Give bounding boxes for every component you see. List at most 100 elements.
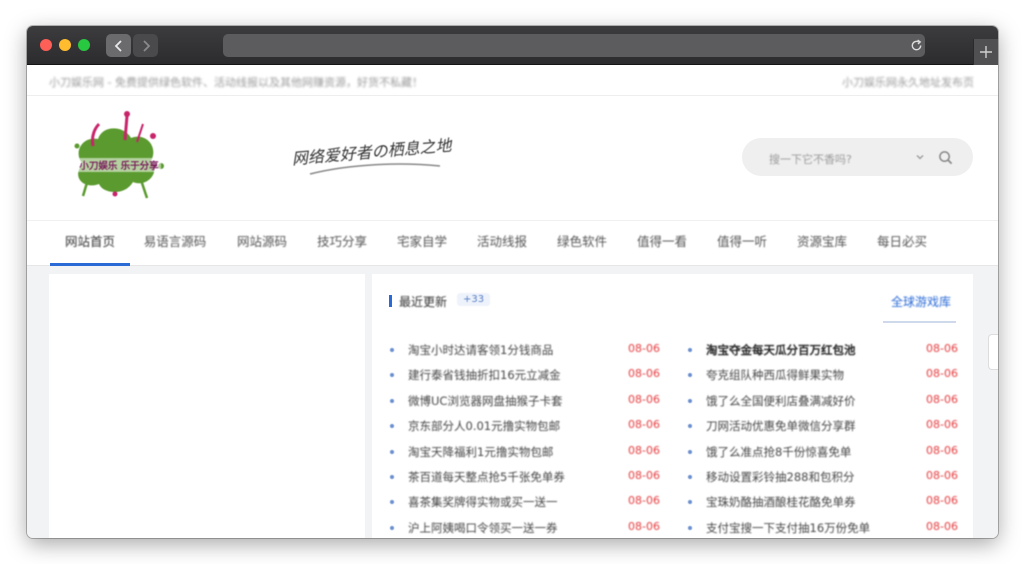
list-item-title[interactable]: 京东部分人0.01元撸实物包邮 (408, 418, 560, 434)
list-item-title[interactable]: 饿了么全国便利店叠满减好价 (706, 393, 856, 409)
bullet-icon (390, 449, 394, 454)
list-item[interactable]: 支付宝搜一下支付抽16万份免单 08-06 (688, 517, 958, 538)
bullet-icon (688, 449, 692, 454)
bullet-icon (390, 424, 394, 429)
maximize-window-button[interactable] (78, 39, 90, 51)
list-item[interactable]: 宝珠奶酪抽酒酿桂花酪免单券 08-06 (688, 491, 958, 516)
list-item[interactable]: 建行泰省钱抽折扣16元立减金 08-06 (390, 364, 660, 389)
list-item-title[interactable]: 淘宝夺金每天瓜分百万红包池 (706, 342, 856, 358)
list-item-title[interactable]: 建行泰省钱抽折扣16元立减金 (408, 367, 561, 383)
list-item-title[interactable]: 移动设置彩铃抽288和包积分 (706, 469, 854, 485)
list-item[interactable]: 饿了么准点抢8千份惊喜免单 08-06 (688, 441, 958, 466)
new-tab-button[interactable] (973, 39, 998, 65)
list-item-date: 08-06 (628, 519, 660, 533)
list-item-title[interactable]: 夸克组队种西瓜得鲜果实物 (706, 367, 844, 383)
list-item-title[interactable]: 刀网活动优惠免单微信分享群 (706, 418, 856, 434)
list-item-date: 08-06 (628, 494, 660, 508)
list-item-date: 08-06 (926, 392, 958, 406)
list-item[interactable]: 夸克组队种西瓜得鲜果实物 08-06 (688, 364, 958, 389)
list-item[interactable]: 刀网活动优惠免单微信分享群 08-06 (688, 415, 958, 440)
search-box[interactable]: 搜一下它不香吗? (742, 138, 973, 176)
nav-item-website-source[interactable]: 网站源码 (222, 221, 302, 267)
list-item-title[interactable]: 茶百道每天整点抢5千张免单券 (408, 469, 565, 485)
permanent-address-link[interactable]: 小刀娱乐网永久地址发布页 (842, 74, 974, 90)
nav-item-self-study[interactable]: 宅家自学 (382, 221, 462, 267)
bullet-icon (390, 474, 394, 479)
list-item-date: 08-06 (926, 342, 958, 355)
plus-icon (980, 46, 992, 58)
list-item[interactable]: 淘宝天降福利1元撸实物包邮 08-06 (390, 441, 660, 466)
latest-updates-panel: 最近更新 +33 全球游戏库 淘宝小时达请客领1分钱商品 08-06 建行泰省钱抽… (372, 274, 973, 538)
list-item-date: 08-06 (926, 367, 958, 381)
latest-list-right: 淘宝夺金每天瓜分百万红包池 08-06 夸克组队种西瓜得鲜果实物 08-06 饿了么… (688, 339, 958, 538)
section-marker (389, 295, 392, 307)
nav-active-indicator (50, 263, 130, 266)
list-item-date: 08-06 (628, 468, 660, 482)
list-item[interactable]: 茶百道每天整点抢5千张免单券 08-06 (390, 466, 660, 491)
list-item-date: 08-06 (926, 468, 958, 482)
list-item-title[interactable]: 沪上阿姨喝口令领买一送一券 (408, 520, 558, 536)
web-page: 小刀娱乐网 - 免费提供绿色软件、活动线报以及其他网赚资源，好货不私藏！ 小刀娱… (27, 65, 998, 538)
svg-text:网络爱好者の栖息之地: 网络爱好者の栖息之地 (291, 135, 454, 168)
bullet-icon (688, 525, 692, 530)
site-header: 小刀娱乐 乐于分享 网络爱好者の栖息之地 搜一下它不香吗? (27, 96, 998, 220)
close-window-button[interactable] (40, 39, 52, 51)
list-item-date: 08-06 (926, 418, 958, 432)
list-item[interactable]: 淘宝夺金每天瓜分百万红包池 08-06 (688, 339, 958, 364)
nav-item-deals[interactable]: 活动线报 (462, 221, 542, 267)
list-item[interactable]: 喜茶集奖牌得实物或买一送一 08-06 (390, 491, 660, 516)
list-item[interactable]: 淘宝小时达请客领1分钱商品 08-06 (390, 339, 660, 364)
update-count-badge: +33 (457, 293, 491, 306)
nav-item-daily-buy[interactable]: 每日必买 (862, 221, 942, 267)
site-intro-text: 小刀娱乐网 - 免费提供绿色软件、活动线报以及其他网赚资源，好货不私藏！ (49, 76, 423, 89)
list-item-date: 08-06 (628, 443, 660, 457)
chevron-right-icon (142, 39, 150, 52)
nav-item-home[interactable]: 网站首页 (50, 221, 130, 267)
browser-titlebar (27, 26, 998, 65)
nav-item-tips[interactable]: 技巧分享 (302, 221, 382, 267)
minimize-window-button[interactable] (59, 39, 71, 51)
nav-item-resources[interactable]: 资源宝库 (782, 221, 862, 267)
bullet-icon (390, 525, 394, 530)
list-item-title[interactable]: 喜茶集奖牌得实物或买一送一 (408, 494, 558, 510)
bullet-icon (688, 424, 692, 429)
list-item-title[interactable]: 饿了么准点抢8千份惊喜免单 (706, 444, 851, 460)
list-item-title[interactable]: 宝珠奶酪抽酒酿桂花酪免单券 (706, 494, 856, 510)
list-item[interactable]: 饿了么全国便利店叠满减好价 08-06 (688, 390, 958, 415)
chevron-left-icon (114, 39, 122, 52)
list-item-title[interactable]: 淘宝小时达请客领1分钱商品 (408, 342, 553, 358)
nav-item-software[interactable]: 绿色软件 (542, 221, 622, 267)
list-item-date: 08-06 (628, 367, 660, 381)
link-underline (883, 321, 956, 323)
bullet-icon (688, 500, 692, 505)
site-logo[interactable]: 小刀娱乐 乐于分享 (63, 106, 173, 206)
list-item-title[interactable]: 微博UC浏览器网盘抽猴子卡套 (408, 393, 562, 409)
browser-window: 小刀娱乐网 - 免费提供绿色软件、活动线报以及其他网赚资源，好货不私藏！ 小刀娱… (27, 26, 998, 538)
list-item-title[interactable]: 淘宝天降福利1元撸实物包邮 (408, 444, 553, 460)
chevron-down-icon[interactable] (916, 153, 924, 161)
list-item[interactable]: 沪上阿姨喝口令领买一送一券 08-06 (390, 517, 660, 538)
main-nav: 网站首页 易语言源码 网站源码 技巧分享 宅家自学 活动线报 绿色软件 值得一看… (27, 220, 998, 266)
game-library-link[interactable]: 全球游戏库 (891, 293, 951, 310)
side-float-tab[interactable] (988, 334, 998, 370)
search-input[interactable]: 搜一下它不香吗? (769, 151, 852, 167)
svg-text:小刀娱乐 乐于分享: 小刀娱乐 乐于分享 (78, 160, 159, 172)
forward-button[interactable] (133, 34, 158, 57)
list-item-date: 08-06 (628, 342, 660, 355)
nav-item-worth-hearing[interactable]: 值得一听 (702, 221, 782, 267)
nav-item-worth-seeing[interactable]: 值得一看 (622, 221, 702, 267)
list-item-date: 08-06 (628, 418, 660, 432)
list-item[interactable]: 移动设置彩铃抽288和包积分 08-06 (688, 466, 958, 491)
address-bar[interactable] (223, 34, 925, 57)
bullet-icon (688, 474, 692, 479)
back-button[interactable] (106, 34, 131, 57)
bullet-icon (688, 348, 692, 352)
search-icon[interactable] (938, 150, 953, 165)
list-item-title[interactable]: 支付宝搜一下支付抽16万份免单 (706, 520, 870, 536)
list-item[interactable]: 微博UC浏览器网盘抽猴子卡套 08-06 (390, 390, 660, 415)
nav-item-e-language-source[interactable]: 易语言源码 (135, 221, 215, 267)
site-slogan: 网络爱好者の栖息之地 (291, 135, 454, 175)
reload-icon[interactable] (910, 39, 923, 52)
bullet-icon (390, 398, 394, 403)
list-item[interactable]: 京东部分人0.01元撸实物包邮 08-06 (390, 415, 660, 440)
